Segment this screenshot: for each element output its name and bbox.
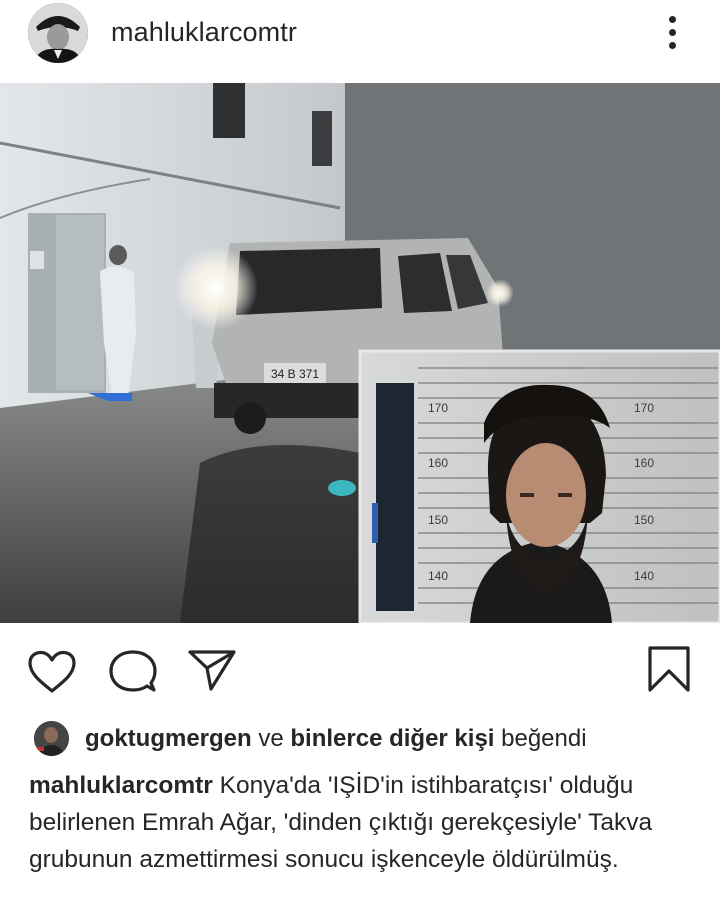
scale-left-2: 160	[428, 456, 448, 470]
more-options-icon[interactable]	[658, 12, 686, 52]
profile-avatar[interactable]	[28, 3, 88, 63]
action-bar	[0, 623, 720, 713]
post-header: mahluklarcomtr	[0, 0, 720, 82]
scale-right-1: 170	[634, 401, 654, 415]
scale-left-3: 150	[428, 513, 448, 527]
bookmark-icon[interactable]	[647, 645, 691, 693]
profile-avatar-image	[28, 3, 88, 63]
liker-avatar[interactable]	[34, 721, 69, 756]
post-photo-image: 34 B 371 170 160 150 140 170 160 150 140	[0, 83, 720, 623]
scale-left-1: 170	[428, 401, 448, 415]
likes-text: goktugmergen ve binlerce diğer kişi beğe…	[85, 725, 587, 753]
likes-others-link[interactable]: binlerce diğer kişi	[290, 725, 494, 752]
share-icon[interactable]	[187, 648, 237, 692]
plate-text: 34 B 371	[271, 367, 319, 381]
scale-right-4: 140	[634, 569, 654, 583]
scale-left-4: 140	[428, 569, 448, 583]
liker-avatar-image	[34, 721, 69, 756]
likes-suffix: beğendi	[494, 725, 587, 752]
comment-icon[interactable]	[108, 649, 158, 695]
mugshot-inset: 170 160 150 140 170 160 150 140	[358, 349, 720, 623]
post-username[interactable]: mahluklarcomtr	[111, 17, 297, 48]
post-photo[interactable]: 34 B 371 170 160 150 140 170 160 150 140	[0, 83, 720, 623]
likes-connector: ve	[251, 725, 291, 752]
liker-username[interactable]: goktugmergen	[85, 725, 252, 752]
likes-row: goktugmergen ve binlerce diğer kişi beğe…	[0, 716, 720, 760]
scale-right-3: 150	[634, 513, 654, 527]
caption-username[interactable]: mahluklarcomtr	[29, 772, 213, 799]
heart-icon[interactable]	[27, 650, 77, 694]
post-caption: mahluklarcomtr Konya'da 'IŞİD'in istihba…	[29, 767, 689, 878]
scale-right-2: 160	[634, 456, 654, 470]
